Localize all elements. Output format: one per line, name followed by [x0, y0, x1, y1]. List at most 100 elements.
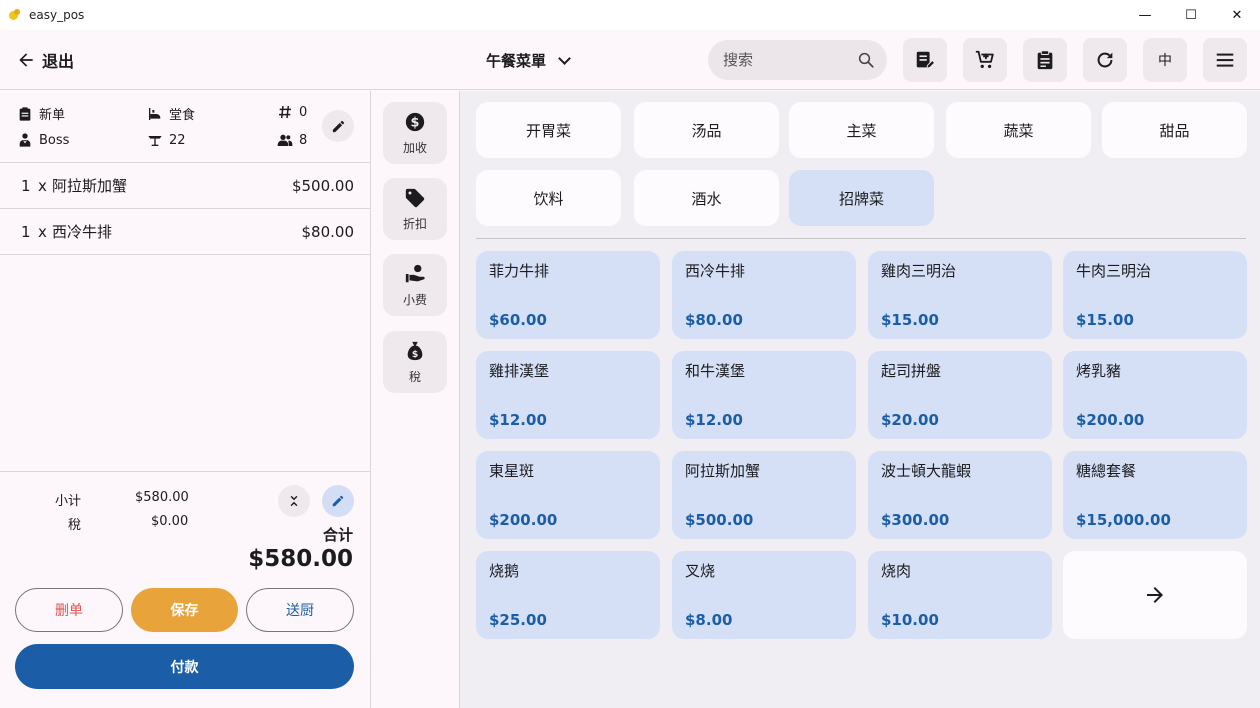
dining-icon: [149, 107, 161, 120]
item-price: $80.00: [685, 311, 743, 329]
item-name: 叉烧: [685, 562, 716, 580]
item-price: $15.00: [881, 311, 939, 329]
menu-item-card[interactable]: 西冷牛排 $80.00: [672, 251, 856, 339]
menu-item-card[interactable]: 菲力牛排 $60.00: [476, 251, 660, 339]
tag-icon: [405, 188, 425, 207]
save-order-button[interactable]: 保存: [131, 588, 238, 632]
item-name: 牛肉三明治: [1076, 262, 1152, 280]
item-name: 烤乳豬: [1076, 362, 1122, 380]
pay-button[interactable]: 付款: [15, 644, 354, 689]
receipt-edit-icon: [916, 51, 936, 69]
discount-button[interactable]: 折扣: [383, 178, 447, 240]
category-button[interactable]: 酒水: [634, 170, 779, 226]
item-price: $12.00: [685, 411, 743, 429]
category-button-selected[interactable]: 招牌菜: [789, 170, 934, 226]
waiter-icon: [19, 133, 31, 147]
exit-button[interactable]: 退出: [16, 48, 74, 72]
menu-item-card[interactable]: 烤乳豬 $200.00: [1063, 351, 1247, 439]
item-name: 菲力牛排: [489, 262, 550, 280]
line-qty: 1: [21, 222, 31, 241]
hash-icon: [279, 105, 291, 119]
category-button[interactable]: 蔬菜: [946, 102, 1091, 158]
menu-selector[interactable]: 午餐菜單: [486, 50, 571, 71]
menu-item-card[interactable]: 阿拉斯加蟹 $500.00: [672, 451, 856, 539]
arrow-back-icon: [19, 53, 33, 67]
people-icon: [277, 134, 293, 146]
item-name: 雞肉三明治: [881, 262, 957, 280]
refresh-button[interactable]: [1083, 38, 1127, 82]
order-line-item[interactable]: 1 x 阿拉斯加蟹 $500.00: [0, 163, 370, 209]
item-name: 西冷牛排: [685, 262, 746, 280]
menu-item-card[interactable]: 和牛漢堡 $12.00: [672, 351, 856, 439]
line-price: $80.00: [301, 222, 355, 241]
category-button[interactable]: 汤品: [634, 102, 779, 158]
menu-item-card[interactable]: 烧鹅 $25.00: [476, 551, 660, 639]
delete-order-button[interactable]: 删单: [15, 588, 123, 632]
item-price: $15,000.00: [1076, 511, 1171, 529]
dine-mode: 堂食: [147, 104, 195, 123]
menu-item-card[interactable]: 烧肉 $10.00: [868, 551, 1052, 639]
exit-label: 退出: [42, 52, 75, 71]
clipboard-button[interactable]: [1023, 38, 1067, 82]
tax-button[interactable]: $ 稅: [383, 331, 447, 393]
item-price: $500.00: [685, 511, 754, 529]
item-name: 波士頓大龍蝦: [881, 462, 972, 480]
next-page-button[interactable]: [1063, 551, 1247, 639]
category-button[interactable]: 开胃菜: [476, 102, 621, 158]
table: 22: [147, 132, 186, 148]
svg-text:$: $: [411, 115, 420, 130]
category-button[interactable]: 主菜: [789, 102, 934, 158]
cart-add-button[interactable]: [963, 38, 1007, 82]
search-icon[interactable]: [857, 51, 875, 69]
line-name: 西冷牛排: [52, 223, 113, 241]
dine-mode-label: 堂食: [169, 108, 196, 123]
item-name: 烧鹅: [489, 562, 520, 580]
tax-action-label: 稅: [408, 369, 421, 384]
menu-item-card[interactable]: 雞排漢堡 $12.00: [476, 351, 660, 439]
language-button[interactable]: 中: [1143, 38, 1187, 82]
tip-button[interactable]: 小费: [383, 254, 447, 316]
staff-name: Boss: [39, 132, 70, 148]
window-controls: — ☐ ✕: [1122, 0, 1260, 30]
clipboard-icon: [1037, 50, 1053, 70]
menu-item-card[interactable]: 起司拼盤 $20.00: [868, 351, 1052, 439]
send-to-kitchen-button[interactable]: 送厨: [246, 588, 354, 632]
cart-add-icon: [975, 50, 994, 69]
window-titlebar: easy_pos — ☐ ✕: [0, 0, 1260, 30]
line-qty: 1: [21, 176, 31, 195]
item-price: $20.00: [881, 411, 939, 429]
unfold-less-icon: [290, 495, 298, 507]
arrow-forward-icon: [1147, 587, 1163, 603]
category-button[interactable]: 甜品: [1102, 102, 1247, 158]
item-name: 東星斑: [489, 462, 535, 480]
svg-text:$: $: [412, 348, 418, 359]
main-menu-button[interactable]: [1203, 38, 1247, 82]
item-name: 和牛漢堡: [685, 362, 746, 380]
menu-item-card[interactable]: 叉烧 $8.00: [672, 551, 856, 639]
search-input[interactable]: [723, 51, 843, 69]
maximize-button[interactable]: ☐: [1168, 0, 1214, 30]
surcharge-button[interactable]: $ 加收: [383, 102, 447, 164]
clipboard-icon: [19, 106, 31, 121]
discount-label: 折扣: [402, 216, 427, 231]
category-button[interactable]: 饮料: [476, 170, 621, 226]
menu-item-card[interactable]: 東星斑 $200.00: [476, 451, 660, 539]
edit-summary-button[interactable]: [322, 485, 354, 517]
item-price: $200.00: [1076, 411, 1145, 429]
menu-item-card[interactable]: 牛肉三明治 $15.00: [1063, 251, 1247, 339]
pencil-icon: [332, 120, 344, 132]
menu-item-card[interactable]: 糖總套餐 $15,000.00: [1063, 451, 1247, 539]
edit-order-info-button[interactable]: [322, 110, 354, 142]
surcharge-label: 加收: [402, 140, 427, 155]
collapse-summary-button[interactable]: [278, 485, 310, 517]
search-bar[interactable]: [708, 40, 887, 80]
line-x: x: [38, 176, 47, 195]
menu-item-card[interactable]: 波士頓大龍蝦 $300.00: [868, 451, 1052, 539]
order-line-item[interactable]: 1 x 西冷牛排 $80.00: [0, 209, 370, 255]
menu-item-card[interactable]: 雞肉三明治 $15.00: [868, 251, 1052, 339]
close-window-button[interactable]: ✕: [1214, 0, 1260, 30]
minimize-button[interactable]: —: [1122, 0, 1168, 30]
receipt-edit-button[interactable]: [903, 38, 947, 82]
item-price: $300.00: [881, 511, 950, 529]
item-price: $12.00: [489, 411, 547, 429]
